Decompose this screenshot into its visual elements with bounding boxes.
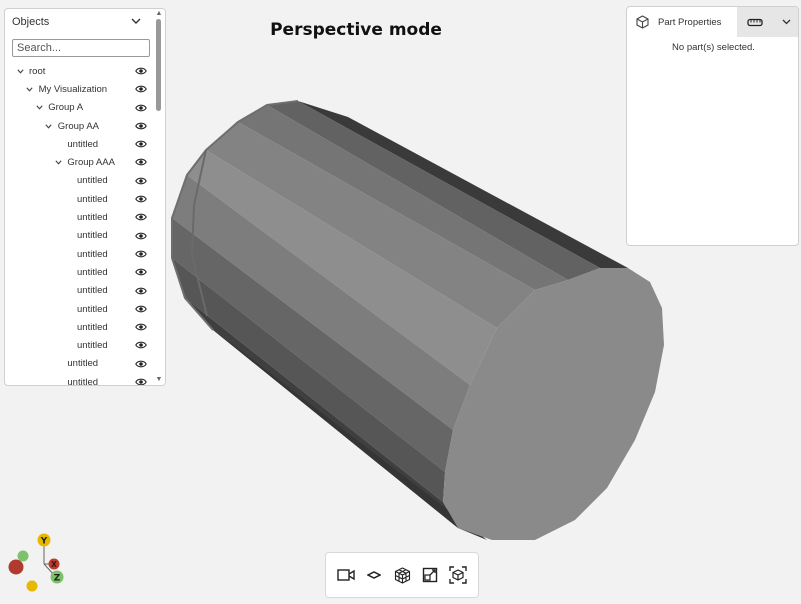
tree-item-label: Group AA [57, 120, 99, 132]
tree-item-label: root [29, 65, 46, 77]
tree-item[interactable]: untitled [5, 135, 157, 153]
tree-item-label: Group A [48, 102, 84, 114]
chevron-down-icon[interactable] [782, 19, 791, 25]
eye-icon[interactable] [135, 194, 147, 204]
tab-measure[interactable] [737, 7, 798, 37]
cube-icon [636, 15, 649, 29]
tree-item-label: untitled [67, 138, 99, 150]
tree-item[interactable]: untitled [5, 355, 157, 373]
eye-icon[interactable] [135, 176, 147, 186]
eye-icon[interactable] [135, 340, 147, 350]
tree-item-label: untitled [77, 321, 108, 333]
fit-view-icon [422, 567, 438, 583]
tree-item-label: untitled [77, 266, 108, 278]
chevron-down-icon[interactable] [131, 16, 141, 28]
ruler-icon [746, 18, 763, 26]
eye-icon[interactable] [135, 286, 147, 296]
objects-title: Objects [12, 16, 50, 28]
tree-item[interactable]: root [5, 62, 157, 80]
tree-item[interactable]: untitled [5, 208, 157, 226]
objects-header[interactable]: Objects [5, 9, 151, 35]
eye-icon[interactable] [135, 121, 147, 131]
tree-item[interactable]: untitled [5, 373, 157, 386]
tree-item[interactable]: untitled [5, 336, 157, 354]
axis-y-label: Y [40, 537, 48, 547]
eye-icon[interactable] [135, 157, 147, 167]
axis-neg-y-dot [26, 580, 38, 592]
eye-icon[interactable] [135, 322, 147, 332]
tree-item[interactable]: untitled [5, 227, 157, 245]
cube-grid-button[interactable] [391, 564, 413, 586]
tree-item-label: untitled [77, 285, 108, 297]
tree-item[interactable]: untitled [5, 282, 157, 300]
tree-item[interactable]: untitled [5, 172, 157, 190]
tree-item-label: untitled [77, 248, 108, 260]
part-properties-panel: Part Properties No part(s) selected. [626, 6, 799, 246]
chevron-down-icon[interactable] [44, 122, 54, 131]
axis-x-label: X [51, 560, 57, 569]
axis-z-label: Z [54, 574, 61, 584]
eye-icon[interactable] [135, 377, 147, 385]
chevron-down-icon[interactable] [34, 103, 44, 112]
camera-button[interactable] [335, 564, 357, 586]
tree-item[interactable]: untitled [5, 245, 157, 263]
eye-icon[interactable] [135, 103, 147, 113]
tree-item[interactable]: Group A [5, 99, 157, 117]
eye-icon[interactable] [135, 304, 147, 314]
tree-item-label: untitled [77, 230, 108, 242]
tree-item[interactable]: My Visualization [5, 80, 157, 98]
box-select-button[interactable] [447, 564, 469, 586]
cube-grid-icon [394, 566, 410, 584]
tree-item[interactable]: untitled [5, 263, 157, 281]
fit-view-button[interactable] [419, 564, 441, 586]
tree-item-label: untitled [77, 303, 108, 315]
part-properties-label: Part Properties [658, 16, 722, 28]
tree-item-label: untitled [67, 358, 99, 370]
view-plane-button[interactable] [363, 564, 385, 586]
eye-icon[interactable] [135, 231, 147, 241]
objects-panel: Objects root My Visualization Group A Group… [4, 8, 166, 386]
tree-item[interactable]: untitled [5, 190, 157, 208]
box-select-icon [449, 566, 467, 584]
view-plane-icon [367, 571, 381, 579]
object-tree: root My Visualization Group A Group AA untit… [5, 62, 157, 386]
axis-neg-z-dot [17, 550, 29, 562]
axis-neg-x-dot [8, 559, 24, 575]
tree-item-label: untitled [77, 212, 108, 224]
eye-icon[interactable] [135, 212, 147, 222]
chevron-down-icon[interactable] [25, 85, 35, 94]
tree-item-label: Group AAA [67, 157, 115, 169]
mode-title: Perspective mode [270, 20, 442, 40]
chevron-down-icon[interactable] [15, 67, 25, 76]
eye-icon[interactable] [135, 359, 147, 369]
eye-icon[interactable] [135, 139, 147, 149]
axis-gizmo[interactable]: Y X Z [4, 530, 70, 596]
tree-item[interactable]: Group AAA [5, 153, 157, 171]
tree-item-label: untitled [77, 175, 108, 187]
eye-icon[interactable] [135, 66, 147, 76]
scroll-thumb[interactable] [156, 19, 161, 111]
scrollbar[interactable]: ▲ ▼ [153, 9, 165, 385]
tree-item[interactable]: Group AA [5, 117, 157, 135]
no-selection-message: No part(s) selected. [672, 42, 755, 53]
tree-item-label: untitled [67, 376, 99, 386]
tree-item-label: untitled [77, 193, 108, 205]
eye-icon[interactable] [135, 249, 147, 259]
search-input[interactable] [12, 39, 150, 57]
view-toolbar [325, 552, 479, 598]
tree-item[interactable]: untitled [5, 318, 157, 336]
eye-icon[interactable] [135, 267, 147, 277]
tab-part-properties[interactable]: Part Properties [627, 7, 737, 37]
tree-item-label: My Visualization [38, 83, 108, 95]
scroll-down-icon[interactable]: ▼ [154, 376, 164, 384]
camera-icon [337, 569, 355, 581]
tree-item-label: untitled [77, 340, 108, 352]
tree-item[interactable]: untitled [5, 300, 157, 318]
chevron-down-icon[interactable] [53, 158, 63, 167]
eye-icon[interactable] [135, 84, 147, 94]
scroll-up-icon[interactable]: ▲ [154, 10, 164, 18]
